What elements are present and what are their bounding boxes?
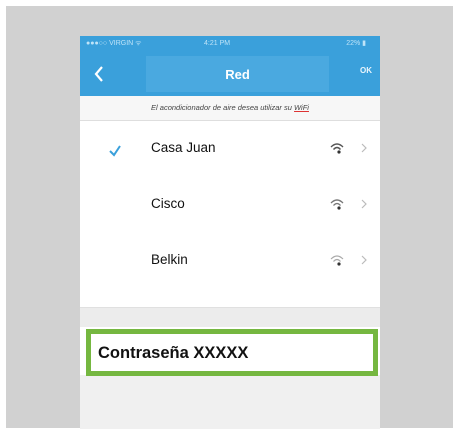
network-name: Belkin	[151, 252, 188, 267]
wifi-prompt: El acondicionador de aire desea utilizar…	[80, 96, 380, 121]
network-row-casa-juan[interactable]: Casa Juan	[80, 121, 380, 177]
carrier-label: ●●●○○ VIRGIN ᯤ	[86, 40, 142, 47]
password-input[interactable]: Contraseña XXXXX	[86, 329, 378, 376]
wifi-signal-icon	[330, 143, 344, 154]
status-bar: ●●●○○ VIRGIN ᯤ 4:21 PM 22% ▮	[80, 36, 380, 52]
prompt-wifi-word: WiFi	[294, 103, 309, 112]
bottom-area	[80, 381, 380, 429]
back-button[interactable]	[86, 60, 112, 88]
ok-button[interactable]: OK	[360, 66, 372, 75]
network-list: Casa Juan Cisco Belkin	[80, 121, 380, 307]
prompt-text: El acondicionador de aire desea utilizar…	[151, 103, 295, 112]
page-title: Red	[146, 56, 329, 92]
nav-bar: Red OK	[80, 52, 380, 96]
wifi-signal-icon	[330, 255, 344, 266]
page-title-text: Red	[225, 66, 250, 82]
checkmark-icon	[109, 145, 121, 157]
password-label: Contraseña XXXXX	[98, 344, 249, 362]
wifi-signal-icon	[330, 199, 344, 210]
clock: 4:21 PM	[204, 40, 231, 47]
network-name: Casa Juan	[151, 140, 216, 155]
chevron-left-icon	[94, 66, 103, 82]
battery-indicator: 22% ▮	[346, 40, 366, 47]
chevron-right-icon	[361, 199, 367, 209]
network-name: Cisco	[151, 196, 185, 211]
network-row-belkin[interactable]: Belkin	[80, 233, 380, 289]
chevron-right-icon	[361, 143, 367, 153]
chevron-right-icon	[361, 255, 367, 265]
network-row-cisco[interactable]: Cisco	[80, 177, 380, 233]
